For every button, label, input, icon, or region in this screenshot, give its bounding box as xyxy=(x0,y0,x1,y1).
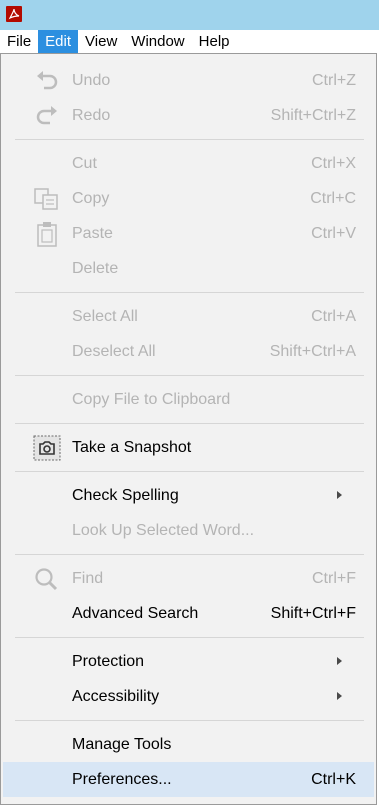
menu-item-label: Copy File to Clipboard xyxy=(72,391,231,408)
menu-item-check-spelling[interactable]: Check Spelling xyxy=(3,478,374,513)
menu-item-label: Undo xyxy=(72,72,111,89)
redo-icon xyxy=(36,106,57,125)
edit-dropdown-menu: Undo Ctrl+Z Redo Shift+Ctrl+Z Cut Ctrl+X… xyxy=(0,53,377,805)
menu-separator xyxy=(15,720,364,721)
menu-item-label: Check Spelling xyxy=(72,487,179,504)
menu-item-shortcut: Shift+Ctrl+Z xyxy=(270,107,356,124)
submenu-arrow-icon xyxy=(337,692,342,700)
title-bar xyxy=(0,0,379,30)
menu-separator xyxy=(15,637,364,638)
menu-separator xyxy=(15,375,364,376)
menu-item-shortcut: Ctrl+K xyxy=(311,771,356,788)
menu-help[interactable]: Help xyxy=(192,30,237,53)
menu-item-shortcut: Ctrl+C xyxy=(310,190,356,207)
menu-separator xyxy=(15,423,364,424)
menu-item-shortcut: Ctrl+A xyxy=(311,308,356,325)
submenu-arrow-icon xyxy=(337,491,342,499)
menu-file[interactable]: File xyxy=(0,30,38,53)
menu-item-shortcut: Shift+Ctrl+A xyxy=(269,343,356,360)
menu-item-label: Paste xyxy=(72,225,113,242)
search-icon xyxy=(35,568,58,591)
camera-snapshot-icon xyxy=(33,435,61,461)
menu-item-label: Redo xyxy=(72,107,111,124)
menu-item-select-all[interactable]: Select All Ctrl+A xyxy=(3,299,374,334)
menu-item-preferences[interactable]: Preferences... Ctrl+K xyxy=(3,762,374,797)
menu-item-protection[interactable]: Protection xyxy=(3,644,374,679)
menu-item-label: Copy xyxy=(72,190,110,207)
menu-item-shortcut: Ctrl+F xyxy=(312,570,356,587)
acrobat-app-icon[interactable] xyxy=(6,6,22,22)
menu-item-label: Deselect All xyxy=(72,343,156,360)
submenu-arrow-icon xyxy=(337,657,342,665)
menu-item-deselect-all[interactable]: Deselect All Shift+Ctrl+A xyxy=(3,334,374,369)
menu-item-label: Manage Tools xyxy=(72,736,172,753)
menu-bar: File Edit View Window Help xyxy=(0,30,379,53)
menu-separator xyxy=(15,139,364,140)
menu-item-label: Protection xyxy=(72,653,145,670)
menu-item-shortcut: Ctrl+Z xyxy=(312,72,356,89)
undo-icon xyxy=(37,71,58,90)
menu-separator xyxy=(15,471,364,472)
menu-item-cut[interactable]: Cut Ctrl+X xyxy=(3,146,374,181)
menu-window[interactable]: Window xyxy=(124,30,191,53)
menu-item-delete[interactable]: Delete xyxy=(3,251,374,286)
menu-item-label: Preferences... xyxy=(72,771,172,788)
menu-item-shortcut: Shift+Ctrl+F xyxy=(270,605,356,622)
menu-item-copy[interactable]: Copy Ctrl+C xyxy=(3,181,374,216)
menu-edit[interactable]: Edit xyxy=(38,30,79,53)
menu-separator xyxy=(15,554,364,555)
menu-separator xyxy=(15,292,364,293)
copy-icon xyxy=(34,188,58,210)
menu-item-label: Look Up Selected Word... xyxy=(72,522,255,539)
menu-item-advanced-search[interactable]: Advanced Search Shift+Ctrl+F xyxy=(3,596,374,631)
menu-view[interactable]: View xyxy=(78,30,124,53)
menu-item-label: Take a Snapshot xyxy=(72,439,192,456)
menu-item-find[interactable]: Find Ctrl+F xyxy=(3,561,374,596)
menu-item-shortcut: Ctrl+V xyxy=(311,225,356,242)
paste-clipboard-icon xyxy=(37,222,57,247)
menu-item-label: Delete xyxy=(72,260,119,277)
menu-item-label: Find xyxy=(72,570,104,587)
menu-item-label: Select All xyxy=(72,308,138,325)
menu-item-paste[interactable]: Paste Ctrl+V xyxy=(3,216,374,251)
menu-item-accessibility[interactable]: Accessibility xyxy=(3,679,374,714)
menu-item-manage-tools[interactable]: Manage Tools xyxy=(3,727,374,762)
menu-item-copy-file-to-clipboard[interactable]: Copy File to Clipboard xyxy=(3,382,374,417)
menu-item-shortcut: Ctrl+X xyxy=(311,155,356,172)
menu-item-label: Cut xyxy=(72,155,97,172)
menu-item-undo[interactable]: Undo Ctrl+Z xyxy=(3,63,374,98)
menu-item-take-snapshot[interactable]: Take a Snapshot xyxy=(3,430,374,465)
menu-item-label: Accessibility xyxy=(72,688,160,705)
menu-item-redo[interactable]: Redo Shift+Ctrl+Z xyxy=(3,98,374,133)
menu-item-label: Advanced Search xyxy=(72,605,199,622)
menu-item-look-up-selected-word[interactable]: Look Up Selected Word... xyxy=(3,513,374,548)
